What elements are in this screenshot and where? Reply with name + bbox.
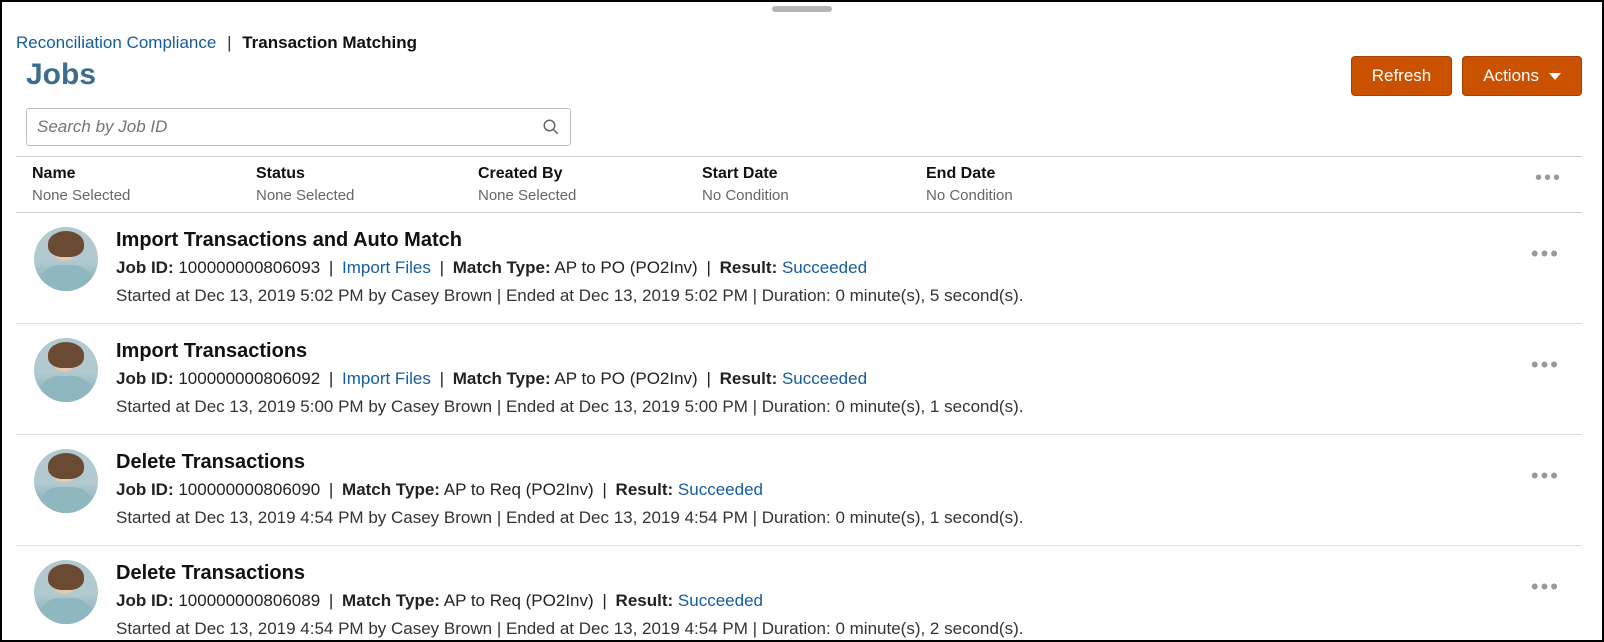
refresh-button[interactable]: Refresh (1351, 56, 1453, 96)
filter-label: End Date (926, 165, 1226, 183)
search-input-wrap (26, 108, 571, 146)
job-detail-line: Job ID: 100000000806090 | Match Type: AP… (116, 477, 1572, 503)
job-detail-line: Job ID: 100000000806092 | Import Files |… (116, 366, 1572, 392)
result-link[interactable]: Succeeded (782, 258, 867, 277)
job-title: Import Transactions and Auto Match (116, 227, 1572, 253)
avatar (34, 227, 98, 291)
jobs-list[interactable]: Import Transactions and Auto MatchJob ID… (16, 213, 1582, 640)
job-title: Import Transactions (116, 338, 1572, 364)
filter-label: Created By (478, 165, 702, 183)
page-title: Jobs (26, 58, 417, 92)
filter-label: Start Date (702, 165, 926, 183)
result-link[interactable]: Succeeded (782, 369, 867, 388)
job-row[interactable]: Delete TransactionsJob ID: 1000000008060… (16, 546, 1582, 640)
filter-value: No Condition (702, 187, 926, 204)
filter-name[interactable]: Name None Selected (32, 165, 256, 204)
job-row[interactable]: Import TransactionsJob ID: 1000000008060… (16, 324, 1582, 435)
job-body: Delete TransactionsJob ID: 1000000008060… (116, 449, 1572, 531)
filter-value: None Selected (256, 187, 478, 204)
breadcrumb-current: Transaction Matching (242, 33, 417, 52)
job-body: Delete TransactionsJob ID: 1000000008060… (116, 560, 1572, 640)
breadcrumb: Reconciliation Compliance | Transaction … (16, 32, 417, 54)
breadcrumb-link[interactable]: Reconciliation Compliance (16, 33, 216, 52)
breadcrumb-separator: | (227, 33, 231, 52)
actions-button[interactable]: Actions (1462, 56, 1582, 96)
filter-value: No Condition (926, 187, 1226, 204)
result-link[interactable]: Succeeded (678, 591, 763, 610)
job-row[interactable]: Delete TransactionsJob ID: 1000000008060… (16, 435, 1582, 546)
filter-start-date[interactable]: Start Date No Condition (702, 165, 926, 204)
result-link[interactable]: Succeeded (678, 480, 763, 499)
filter-end-date[interactable]: End Date No Condition (926, 165, 1226, 204)
filter-bar: Name None Selected Status None Selected … (16, 156, 1582, 213)
job-row[interactable]: Import Transactions and Auto MatchJob ID… (16, 213, 1582, 324)
filter-created-by[interactable]: Created By None Selected (478, 165, 702, 204)
job-title: Delete Transactions (116, 560, 1572, 586)
drag-handle[interactable] (772, 6, 832, 12)
avatar (34, 338, 98, 402)
filter-label: Name (32, 165, 256, 183)
row-more-icon[interactable]: ••• (1531, 463, 1560, 489)
job-timing: Started at Dec 13, 2019 4:54 PM by Casey… (116, 505, 1572, 531)
search-input[interactable] (37, 117, 542, 137)
filter-value: None Selected (478, 187, 702, 204)
avatar (34, 560, 98, 624)
job-timing: Started at Dec 13, 2019 5:00 PM by Casey… (116, 394, 1572, 420)
job-title: Delete Transactions (116, 449, 1572, 475)
import-files-link[interactable]: Import Files (342, 369, 431, 388)
search-icon[interactable] (542, 118, 560, 136)
job-body: Import Transactions and Auto MatchJob ID… (116, 227, 1572, 309)
filter-more-icon[interactable]: ••• (1535, 167, 1562, 190)
filter-value: None Selected (32, 187, 256, 204)
row-more-icon[interactable]: ••• (1531, 241, 1560, 267)
filter-label: Status (256, 165, 478, 183)
import-files-link[interactable]: Import Files (342, 258, 431, 277)
job-detail-line: Job ID: 100000000806093 | Import Files |… (116, 255, 1572, 281)
row-more-icon[interactable]: ••• (1531, 574, 1560, 600)
job-timing: Started at Dec 13, 2019 4:54 PM by Casey… (116, 616, 1572, 640)
filter-status[interactable]: Status None Selected (256, 165, 478, 204)
job-body: Import TransactionsJob ID: 1000000008060… (116, 338, 1572, 420)
chevron-down-icon (1549, 73, 1561, 80)
avatar (34, 449, 98, 513)
job-detail-line: Job ID: 100000000806089 | Match Type: AP… (116, 588, 1572, 614)
job-timing: Started at Dec 13, 2019 5:02 PM by Casey… (116, 283, 1572, 309)
row-more-icon[interactable]: ••• (1531, 352, 1560, 378)
